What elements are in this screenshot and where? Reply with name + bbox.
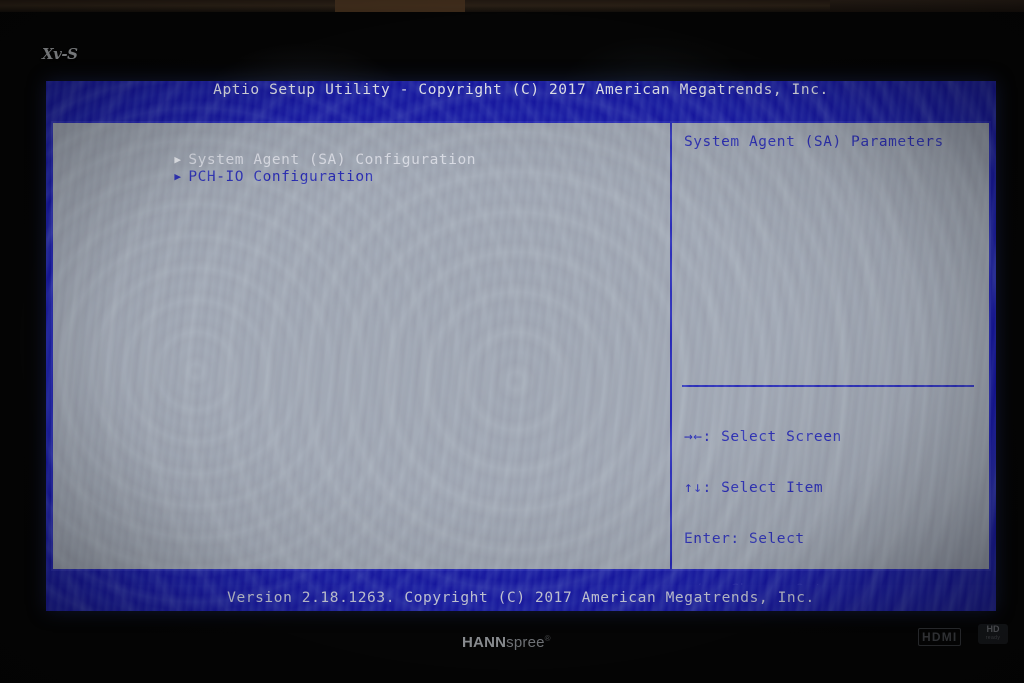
help-separator <box>682 385 974 387</box>
brand-text-bold: HANN <box>462 634 507 651</box>
bios-menu-bar[interactable]: MainAdvancedChipsetSecurityBootSave & Ex… <box>46 100 996 138</box>
bios-screen: Aptio Setup Utility - Copyright (C) 2017… <box>46 81 996 611</box>
submenu-arrow-icon: ▶ <box>174 170 182 183</box>
brand-trademark-mark: ® <box>544 634 551 643</box>
key-legend: →←: Select Screen ↑↓: Select Item Enter:… <box>684 395 888 611</box>
brand-text-light: spree <box>506 634 545 651</box>
bios-title-bar: Aptio Setup Utility - Copyright (C) 2017… <box>213 82 829 98</box>
room-background-highlight <box>335 0 465 12</box>
hd-ready-badge: HD ready <box>978 624 1008 644</box>
menu-item-label: PCH-IO Configuration <box>188 169 374 185</box>
key-legend-select-item: ↑↓: Select Item <box>684 480 824 496</box>
hd-ready-badge-subtitle: ready <box>985 635 1001 641</box>
hd-ready-badge-title: HD <box>986 624 1000 634</box>
menu-item-system-agent-configuration[interactable]: ▶ System Agent (SA) Configuration <box>53 134 670 168</box>
bios-help-pane: System Agent (SA) Parameters →←: Select … <box>672 123 989 598</box>
hdmi-logo: HDMI <box>918 628 962 646</box>
bezel-model-mark: Xv-S <box>42 45 78 63</box>
bios-settings-list: ▶ System Agent (SA) Configuration ▶ PCH-IO… <box>53 123 670 185</box>
key-legend-select-screen: →←: Select Screen <box>684 429 842 445</box>
help-description: System Agent (SA) Parameters <box>684 134 944 150</box>
bios-content-frame: ▶ System Agent (SA) Configuration ▶ PCH-IO… <box>51 121 991 598</box>
monitor-photo: Xv-S Aptio Setup Utility - Copyright (C)… <box>0 0 1024 683</box>
bios-version-footer: Version 2.18.1263. Copyright (C) 2017 Am… <box>46 585 996 611</box>
bios-settings-pane: ▶ System Agent (SA) Configuration ▶ PCH-IO… <box>53 123 670 569</box>
key-legend-enter-select: Enter: Select <box>684 531 805 547</box>
monitor-brand-logo: HANNspree® <box>462 634 551 651</box>
menu-item-pch-io-configuration[interactable]: ▶ PCH-IO Configuration <box>53 151 670 185</box>
